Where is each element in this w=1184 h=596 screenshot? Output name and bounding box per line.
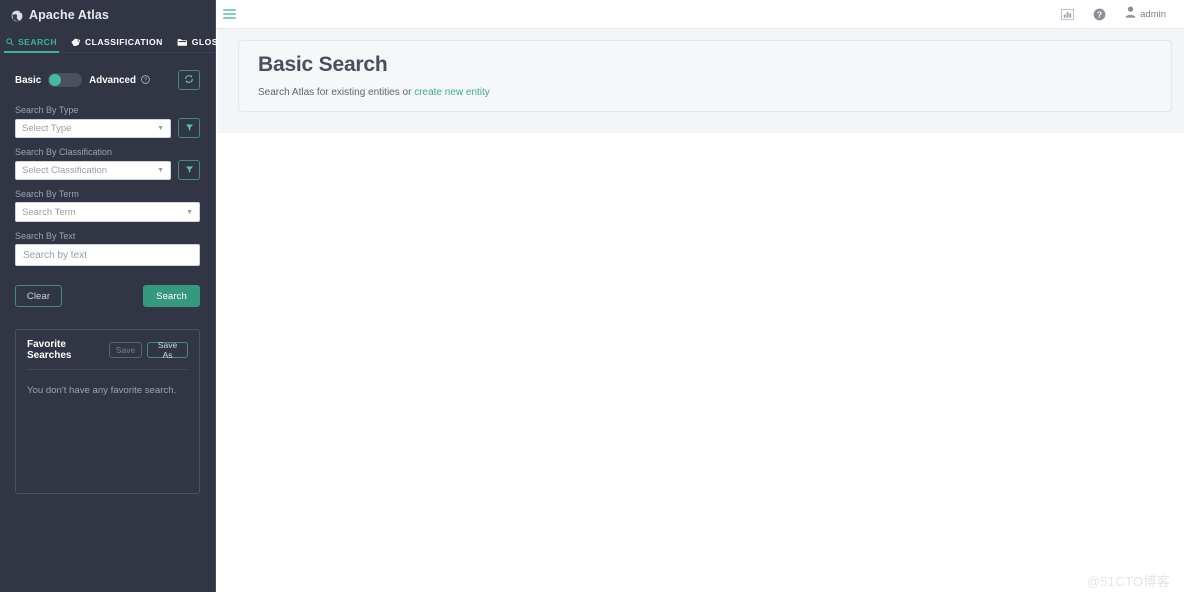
save-as-button[interactable]: Save As [147,340,188,360]
page-title: Basic Search [258,53,388,76]
sidebar: Apache Atlas SEARCH CLASSIFICATION Basic… [0,0,243,592]
hamburger-icon[interactable] [223,9,236,19]
tag-icon [71,38,81,47]
page-subtitle-text: Search Atlas for existing entities or [258,87,415,98]
label-search-by-term: Search By Term [15,189,79,199]
favorite-searches-empty-text: You don't have any favorite search. [27,385,177,396]
folder-icon [177,38,188,47]
row-search-by-type: Select Type ▼ [15,118,200,138]
filter-type-button[interactable] [178,118,200,138]
watermark: @51CTO博客 [1086,574,1170,589]
select-classification-value: Select Classification [22,164,108,176]
tab-search-label: SEARCH [18,37,57,47]
application-window: Apache Atlas SEARCH CLASSIFICATION Basic… [0,0,1184,596]
favorite-searches-header: Favorite Searches Save Save As [27,339,188,370]
field-search-by-text: Search By Text [15,231,200,266]
page-header-card: Basic Search Search Atlas for existing e… [238,40,1172,112]
row-search-by-term: Search Term ▼ [15,202,200,222]
select-term[interactable]: Search Term ▼ [15,202,200,222]
favorite-searches-actions: Save Save As [108,340,188,360]
label-search-by-classification: Search By Classification [15,147,113,157]
search-button[interactable]: Search [143,285,200,307]
search-form: Basic Advanced ? Search By Type Select T… [0,53,215,494]
question-circle-icon[interactable]: ? [141,71,150,89]
sidebar-tabs: SEARCH CLASSIFICATION GL [0,29,243,53]
favorite-searches-panel: Favorite Searches Save Save As You don't… [15,329,200,494]
form-actions: Clear Search [15,285,200,307]
tab-classification[interactable]: CLASSIFICATION [71,37,163,52]
svg-text:?: ? [1097,9,1102,19]
user-icon [1125,5,1136,23]
create-new-entity-link[interactable]: create new entity [414,87,490,98]
funnel-icon [185,161,194,179]
mode-advanced-label[interactable]: Advanced [89,75,136,86]
refresh-icon [184,71,194,89]
select-term-value: Search Term [22,206,76,218]
field-search-by-classification: Search By Classification Select Classifi… [15,147,200,180]
mode-toggle-knob [49,74,62,86]
topbar-actions: ? admin [1061,5,1184,23]
tab-search[interactable]: SEARCH [4,37,59,53]
tab-classification-label: CLASSIFICATION [85,37,163,47]
globe-icon [11,9,23,21]
main-content: Basic Search Search Atlas for existing e… [217,29,1184,133]
search-text-input[interactable] [15,244,200,266]
filter-classification-button[interactable] [178,160,200,180]
save-button[interactable]: Save [108,342,143,358]
topbar: ? admin [216,0,1184,29]
refresh-button[interactable] [178,70,200,90]
search-icon [6,38,14,46]
field-search-by-term: Search By Term Search Term ▼ [15,189,200,222]
question-circle-icon[interactable]: ? [1093,8,1106,21]
row-search-by-classification: Select Classification ▼ [15,160,200,180]
funnel-icon [185,119,194,137]
select-type[interactable]: Select Type ▼ [15,118,171,138]
clear-button[interactable]: Clear [15,285,62,307]
user-name: admin [1140,8,1166,20]
brand-title: Apache Atlas [29,7,109,22]
field-search-by-type: Search By Type Select Type ▼ [15,105,200,138]
chevron-down-icon: ▼ [157,124,164,132]
select-classification[interactable]: Select Classification ▼ [15,160,171,180]
mode-basic-label[interactable]: Basic [15,75,41,86]
user-menu[interactable]: admin [1125,5,1166,23]
chevron-down-icon: ▼ [157,166,164,174]
label-search-by-type: Search By Type [15,105,79,115]
chevron-down-icon: ▼ [186,208,193,216]
favorite-searches-title: Favorite Searches [27,339,72,361]
brand-logo[interactable]: Apache Atlas [0,0,215,29]
label-search-by-text: Search By Text [15,231,76,241]
bar-chart-icon[interactable] [1061,8,1075,21]
search-mode-row: Basic Advanced ? [15,69,200,91]
svg-text:?: ? [144,78,147,84]
page-subtitle: Search Atlas for existing entities or cr… [258,87,1152,98]
mode-toggle[interactable] [48,73,83,87]
select-type-value: Select Type [22,122,72,134]
